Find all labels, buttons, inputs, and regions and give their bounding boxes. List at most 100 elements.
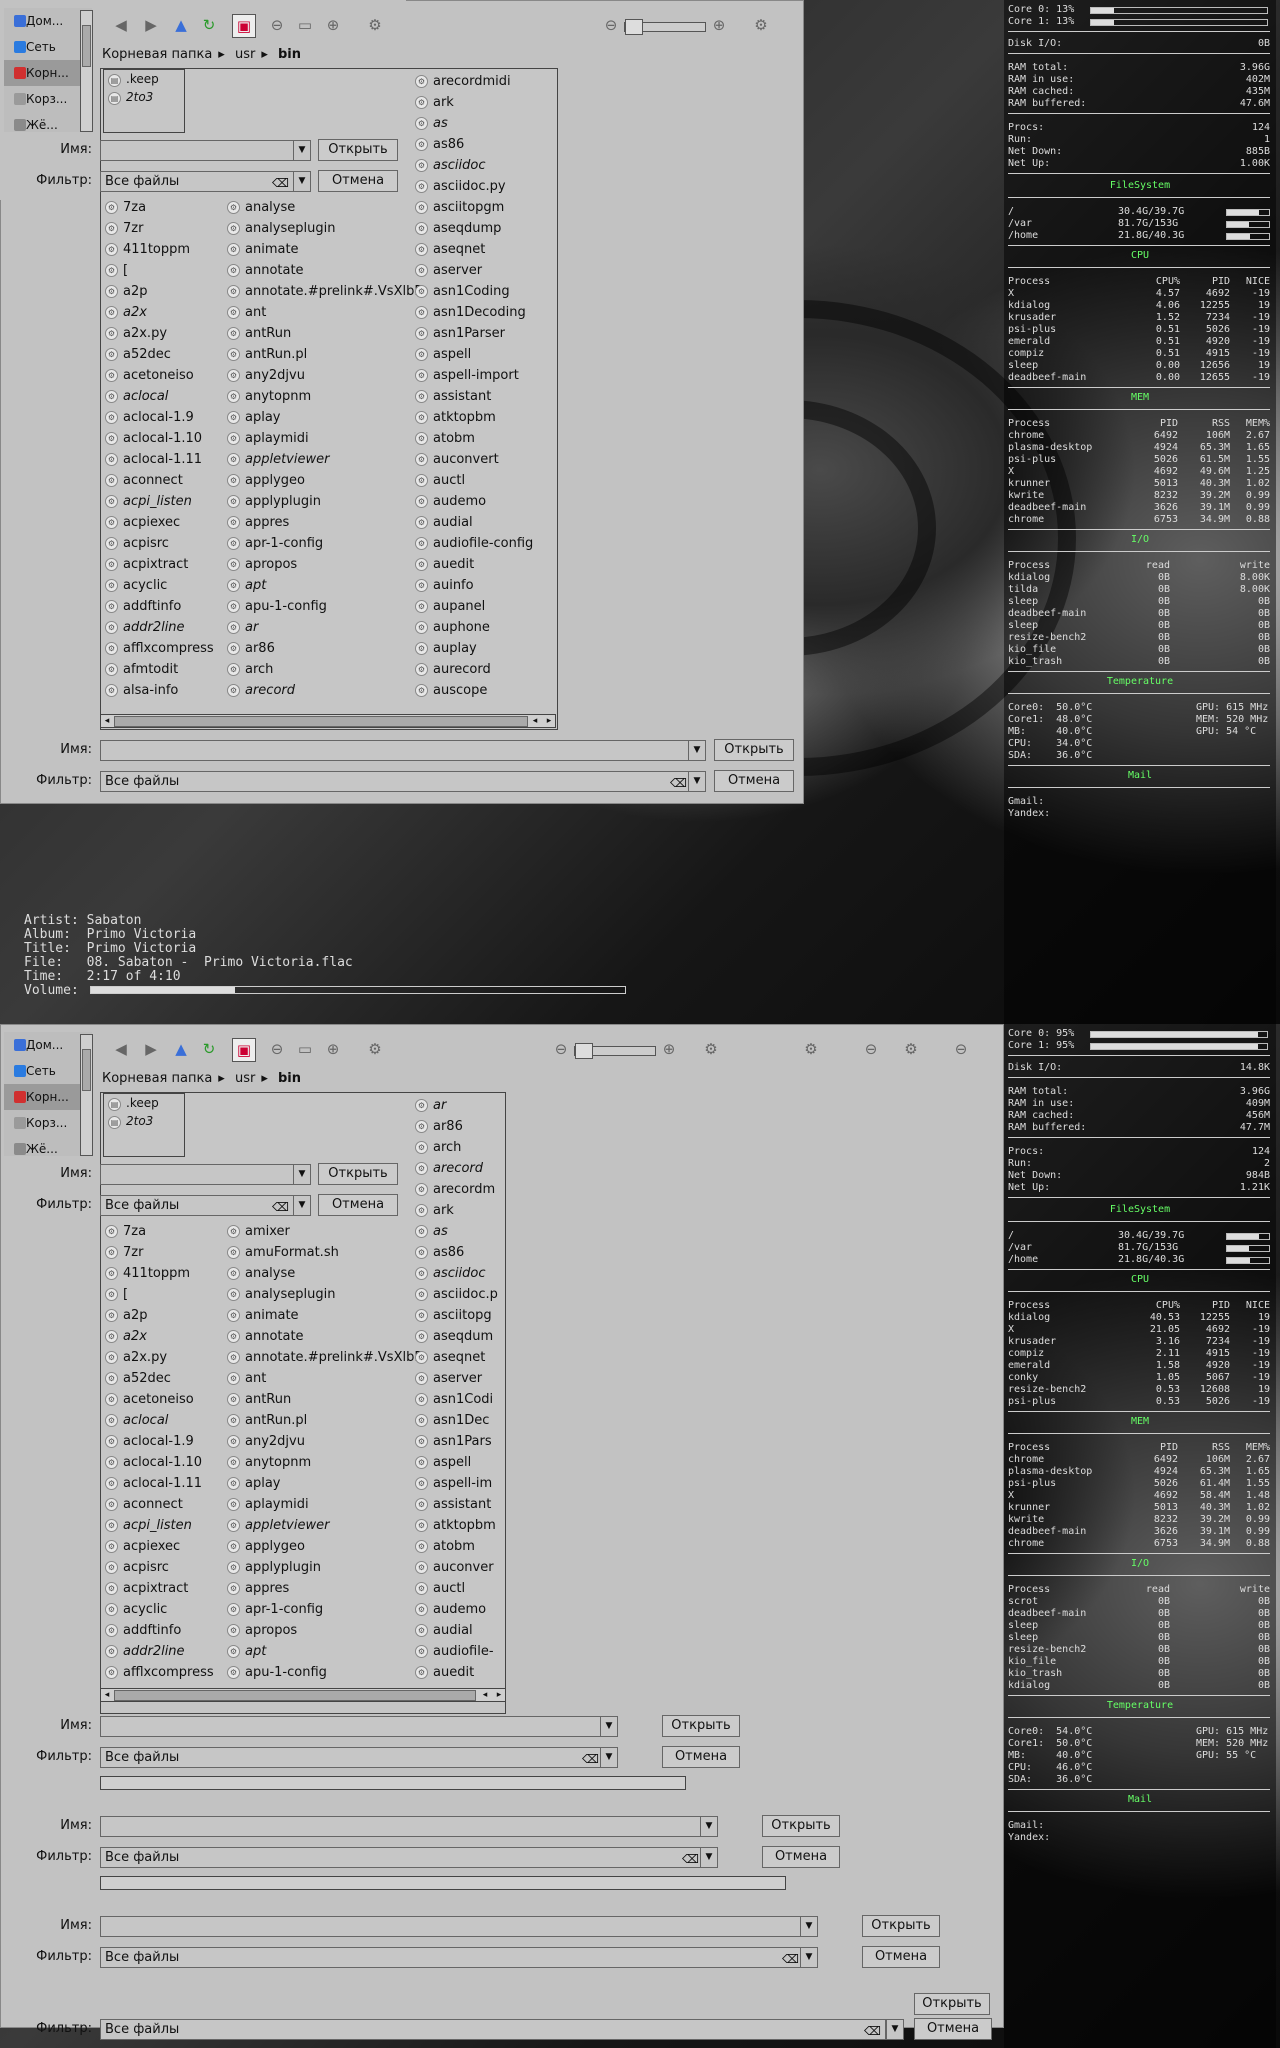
file-item[interactable]: ⚙[ bbox=[101, 260, 223, 281]
file-item[interactable]: ▤ 2to3 bbox=[104, 1112, 184, 1130]
file-item[interactable]: ▤ .keep bbox=[104, 70, 184, 88]
places-scrollbar[interactable] bbox=[80, 1034, 93, 1156]
file-item[interactable]: ⚙ aplaymidi bbox=[223, 1494, 413, 1515]
file-item[interactable]: ⚙ assistant bbox=[411, 1494, 505, 1515]
file-item[interactable]: ⚙ asciidoc bbox=[411, 155, 557, 176]
file-item[interactable]: ⚙ acetoneiso bbox=[101, 1389, 223, 1410]
file-item[interactable]: ⚙ aconnect bbox=[101, 1494, 223, 1515]
file-item[interactable]: ⚙ auplay bbox=[411, 638, 557, 659]
open-button[interactable]: Открыть bbox=[862, 1915, 940, 1937]
name-dropdown[interactable]: ▼ bbox=[688, 740, 706, 761]
file-item[interactable]: ⚙ annotate.#prelink#.VsXlbB bbox=[223, 1347, 423, 1368]
file-item[interactable]: ⚙ annotate bbox=[223, 1326, 413, 1347]
clear-icon[interactable]: ⌫ bbox=[582, 1750, 599, 1769]
forward-icon[interactable]: ▶ bbox=[140, 1038, 162, 1060]
place-item[interactable]: Сеть bbox=[4, 34, 92, 60]
file-item[interactable]: ⚙ aspell-im bbox=[411, 1473, 505, 1494]
file-item[interactable]: ⚙ audemo bbox=[411, 491, 557, 512]
file-item[interactable]: ⚙ aseqdum bbox=[411, 1326, 505, 1347]
file-item[interactable]: ⚙ auconvert bbox=[411, 449, 557, 470]
file-item[interactable]: ⚙ a2x bbox=[101, 1326, 223, 1347]
reload-icon[interactable]: ↻ bbox=[198, 1038, 220, 1060]
file-item[interactable]: ⚙ a2p bbox=[101, 281, 223, 302]
zoom-out-icon[interactable]: ⊖ bbox=[266, 1038, 288, 1060]
mini-file-view[interactable]: ▤ .keep ▤ 2to3 bbox=[103, 69, 185, 133]
settings-icon[interactable]: ⚙ bbox=[800, 1038, 822, 1060]
file-item[interactable]: ⚙ auphone bbox=[411, 617, 557, 638]
place-item[interactable]: Корн... bbox=[4, 60, 92, 86]
file-item[interactable]: ⚙ aseqdump bbox=[411, 218, 557, 239]
file-item[interactable]: ⚙ auedit bbox=[411, 554, 557, 575]
file-item[interactable]: ⚙ asn1Decoding bbox=[411, 302, 557, 323]
file-item[interactable]: ⚙ asciitopg bbox=[411, 1305, 505, 1326]
open-button[interactable]: Открыть bbox=[662, 1715, 740, 1737]
file-item[interactable]: ⚙ audial bbox=[411, 512, 557, 533]
breadcrumb-item[interactable]: Корневая папка bbox=[102, 1071, 212, 1086]
clear-icon[interactable]: ⌫ bbox=[682, 1850, 699, 1869]
file-item[interactable]: ⚙ ark bbox=[411, 1200, 505, 1221]
file-item[interactable]: ⚙ aupanel bbox=[411, 596, 557, 617]
file-item[interactable]: ⚙ a2x bbox=[101, 302, 223, 323]
file-item[interactable]: ⚙ arecord bbox=[411, 1158, 505, 1179]
file-item[interactable]: ⚙ aplay bbox=[223, 407, 413, 428]
file-item[interactable]: ⚙ asciidoc.p bbox=[411, 1284, 505, 1305]
zoom-slider-handle[interactable] bbox=[625, 19, 643, 35]
name-dropdown[interactable]: ▼ bbox=[293, 140, 311, 161]
file-list-hscroll[interactable]: ◂ ◂ ▸ bbox=[100, 1688, 506, 1702]
file-item[interactable]: ⚙ apt bbox=[223, 1641, 413, 1662]
file-item[interactable]: ⚙ aclocal-1.10 bbox=[101, 428, 223, 449]
file-item[interactable]: ⚙ asciidoc.py bbox=[411, 176, 557, 197]
name-dropdown[interactable]: ▼ bbox=[700, 1816, 718, 1837]
file-item[interactable]: ⚙ as bbox=[411, 113, 557, 134]
filter-field[interactable]: Все файлы ⌫ bbox=[100, 171, 294, 192]
name-field[interactable] bbox=[100, 1164, 294, 1185]
file-item[interactable]: ⚙ applyplugin bbox=[223, 1557, 413, 1578]
file-item[interactable]: ⚙ assistant bbox=[411, 386, 557, 407]
file-item[interactable]: ⚙ a2x.py bbox=[101, 1347, 223, 1368]
file-item[interactable]: ⚙ auctl bbox=[411, 470, 557, 491]
filter-field[interactable]: Все файлы ⌫ bbox=[100, 1747, 604, 1768]
breadcrumb-current[interactable]: bin bbox=[278, 47, 301, 62]
file-item[interactable]: ⚙ asn1Coding bbox=[411, 281, 557, 302]
open-button[interactable]: Открыть bbox=[914, 1993, 990, 2015]
file-item[interactable]: ⚙ acpixtract bbox=[101, 554, 223, 575]
file-item[interactable]: ⚙ as bbox=[411, 1221, 505, 1242]
file-item[interactable]: ⚙ any2djvu bbox=[223, 1431, 413, 1452]
cancel-button[interactable]: Отмена bbox=[714, 770, 794, 792]
name-field[interactable] bbox=[100, 1816, 704, 1837]
file-item[interactable]: ⚙ annotate.#prelink#.VsXlbB bbox=[223, 281, 423, 302]
places-scrollbar[interactable] bbox=[80, 10, 93, 132]
file-item[interactable]: ⚙[ bbox=[101, 1284, 223, 1305]
name-input[interactable] bbox=[105, 1917, 803, 1936]
back-icon[interactable]: ◀ bbox=[110, 14, 132, 36]
file-item[interactable]: ⚙ ant bbox=[223, 1368, 413, 1389]
file-item[interactable]: ⚙ ar bbox=[223, 617, 413, 638]
file-item[interactable]: ⚙ aseqnet bbox=[411, 239, 557, 260]
name-input[interactable] bbox=[105, 1717, 603, 1736]
file-item[interactable]: ⚙ apropos bbox=[223, 554, 413, 575]
place-item[interactable]: Сеть bbox=[4, 1058, 92, 1084]
place-item[interactable]: Корн... bbox=[4, 1084, 92, 1110]
file-item[interactable]: ⚙ appletviewer bbox=[223, 449, 413, 470]
file-item[interactable]: ⚙ atktopbm bbox=[411, 1515, 505, 1536]
file-item[interactable]: ⚙ acpi_listen bbox=[101, 1515, 223, 1536]
file-item[interactable]: ⚙ a2p bbox=[101, 1305, 223, 1326]
file-item[interactable]: ⚙ anytopnm bbox=[223, 1452, 413, 1473]
file-item[interactable]: ⚙ acpiexec bbox=[101, 1536, 223, 1557]
clear-icon[interactable]: ⌫ bbox=[272, 1198, 289, 1217]
filter-dropdown[interactable]: ▼ bbox=[293, 1195, 311, 1216]
file-item[interactable]: ⚙ animate bbox=[223, 1305, 413, 1326]
file-item[interactable]: ⚙ analyseplugin bbox=[223, 1284, 413, 1305]
file-item[interactable]: ⚙ audial bbox=[411, 1620, 505, 1641]
file-item[interactable]: ⚙ any2djvu bbox=[223, 365, 413, 386]
file-item[interactable]: ⚙ aplay bbox=[223, 1473, 413, 1494]
settings-icon[interactable]: ⚙ bbox=[364, 1038, 386, 1060]
file-item[interactable]: ⚙ acyclic bbox=[101, 575, 223, 596]
file-item[interactable]: ⚙ ark bbox=[411, 92, 557, 113]
name-input[interactable] bbox=[105, 141, 293, 160]
cancel-button[interactable]: Отмена bbox=[914, 2018, 992, 2040]
name-input[interactable] bbox=[105, 1165, 293, 1184]
breadcrumb-current[interactable]: bin bbox=[278, 1071, 301, 1086]
file-item[interactable]: ▤ 2to3 bbox=[104, 88, 184, 106]
file-item[interactable]: ⚙ afmtodit bbox=[101, 659, 223, 680]
